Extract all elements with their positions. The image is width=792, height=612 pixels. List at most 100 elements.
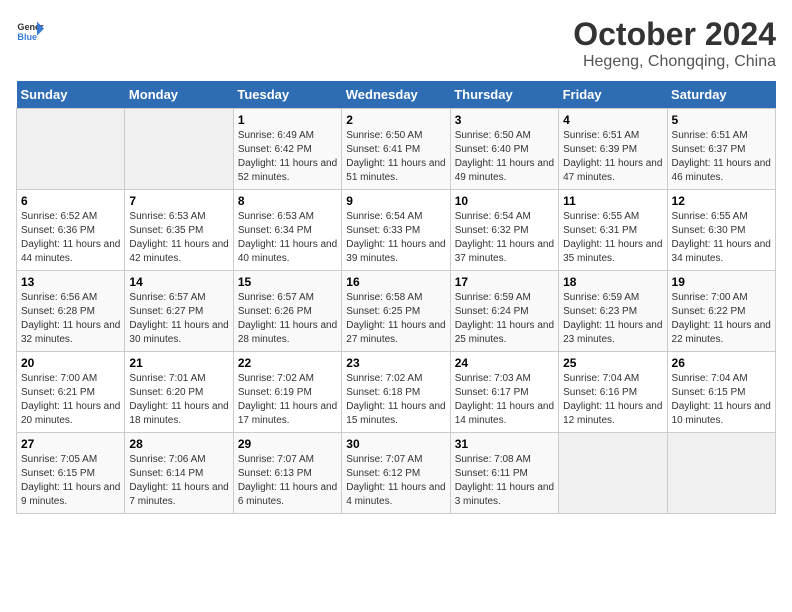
day-detail: Sunrise: 7:01 AM Sunset: 6:20 PM Dayligh… bbox=[129, 372, 228, 428]
day-number: 10 bbox=[455, 194, 554, 208]
calendar-body: 1Sunrise: 6:49 AM Sunset: 6:42 PM Daylig… bbox=[17, 109, 776, 514]
weekday-header-row: SundayMondayTuesdayWednesdayThursdayFrid… bbox=[17, 81, 776, 109]
week-row-3: 13Sunrise: 6:56 AM Sunset: 6:28 PM Dayli… bbox=[17, 271, 776, 352]
day-detail: Sunrise: 7:00 AM Sunset: 6:22 PM Dayligh… bbox=[672, 291, 771, 347]
day-number: 19 bbox=[672, 275, 771, 289]
weekday-header-wednesday: Wednesday bbox=[342, 81, 450, 109]
calendar-header: SundayMondayTuesdayWednesdayThursdayFrid… bbox=[17, 81, 776, 109]
day-detail: Sunrise: 6:53 AM Sunset: 6:34 PM Dayligh… bbox=[238, 210, 337, 266]
day-cell bbox=[125, 109, 233, 190]
day-cell: 24Sunrise: 7:03 AM Sunset: 6:17 PM Dayli… bbox=[450, 352, 558, 433]
day-cell bbox=[559, 433, 667, 514]
day-detail: Sunrise: 7:04 AM Sunset: 6:16 PM Dayligh… bbox=[563, 372, 662, 428]
weekday-header-tuesday: Tuesday bbox=[233, 81, 341, 109]
day-cell: 12 Sunrise: 6:55 AM Sunset: 6:30 PM Dayli… bbox=[667, 190, 775, 271]
day-number: 16 bbox=[346, 275, 445, 289]
day-detail: Sunrise: 6:49 AM Sunset: 6:42 PM Dayligh… bbox=[238, 129, 337, 185]
day-number: 27 bbox=[21, 437, 120, 451]
day-detail: Sunrise: 6:59 AM Sunset: 6:23 PM Dayligh… bbox=[563, 291, 662, 347]
day-number: 15 bbox=[238, 275, 337, 289]
calendar-table: SundayMondayTuesdayWednesdayThursdayFrid… bbox=[16, 81, 776, 514]
sub-title: Hegeng, Chongqing, China bbox=[573, 53, 776, 71]
day-number: 5 bbox=[672, 113, 771, 127]
day-detail: Sunrise: 7:05 AM Sunset: 6:15 PM Dayligh… bbox=[21, 453, 120, 509]
main-title: October 2024 bbox=[573, 16, 776, 53]
day-number: 20 bbox=[21, 356, 120, 370]
day-cell: 18Sunrise: 6:59 AM Sunset: 6:23 PM Dayli… bbox=[559, 271, 667, 352]
day-cell: 7 Sunrise: 6:53 AM Sunset: 6:35 PM Daylig… bbox=[125, 190, 233, 271]
week-row-4: 20 Sunrise: 7:00 AM Sunset: 6:21 PM Dayli… bbox=[17, 352, 776, 433]
day-cell: 14 Sunrise: 6:57 AM Sunset: 6:27 PM Dayli… bbox=[125, 271, 233, 352]
day-number: 11 bbox=[563, 194, 662, 208]
day-cell: 28 Sunrise: 7:06 AM Sunset: 6:14 PM Dayli… bbox=[125, 433, 233, 514]
day-number: 23 bbox=[346, 356, 445, 370]
day-detail: Sunrise: 6:54 AM Sunset: 6:33 PM Dayligh… bbox=[346, 210, 445, 266]
day-cell: 15Sunrise: 6:57 AM Sunset: 6:26 PM Dayli… bbox=[233, 271, 341, 352]
day-detail: Sunrise: 7:06 AM Sunset: 6:14 PM Dayligh… bbox=[129, 453, 228, 509]
day-cell: 1Sunrise: 6:49 AM Sunset: 6:42 PM Daylig… bbox=[233, 109, 341, 190]
day-number: 2 bbox=[346, 113, 445, 127]
day-number: 31 bbox=[455, 437, 554, 451]
day-number: 6 bbox=[21, 194, 120, 208]
day-cell: 3Sunrise: 6:50 AM Sunset: 6:40 PM Daylig… bbox=[450, 109, 558, 190]
day-detail: Sunrise: 6:54 AM Sunset: 6:32 PM Dayligh… bbox=[455, 210, 554, 266]
day-number: 26 bbox=[672, 356, 771, 370]
day-cell: 9 Sunrise: 6:54 AM Sunset: 6:33 PM Daylig… bbox=[342, 190, 450, 271]
day-number: 21 bbox=[129, 356, 228, 370]
day-detail: Sunrise: 6:57 AM Sunset: 6:27 PM Dayligh… bbox=[129, 291, 228, 347]
day-cell: 25 Sunrise: 7:04 AM Sunset: 6:16 PM Dayli… bbox=[559, 352, 667, 433]
day-cell: 2 Sunrise: 6:50 AM Sunset: 6:41 PM Daylig… bbox=[342, 109, 450, 190]
weekday-header-sunday: Sunday bbox=[17, 81, 125, 109]
title-area: October 2024 Hegeng, Chongqing, China bbox=[573, 16, 776, 71]
day-cell: 23 Sunrise: 7:02 AM Sunset: 6:18 PM Dayli… bbox=[342, 352, 450, 433]
day-number: 25 bbox=[563, 356, 662, 370]
day-detail: Sunrise: 7:02 AM Sunset: 6:18 PM Dayligh… bbox=[346, 372, 445, 428]
week-row-2: 6 Sunrise: 6:52 AM Sunset: 6:36 PM Daylig… bbox=[17, 190, 776, 271]
day-number: 17 bbox=[455, 275, 554, 289]
header: General Blue October 2024 Hegeng, Chongq… bbox=[16, 16, 776, 71]
day-cell bbox=[17, 109, 125, 190]
day-detail: Sunrise: 6:51 AM Sunset: 6:39 PM Dayligh… bbox=[563, 129, 662, 185]
day-cell: 17 Sunrise: 6:59 AM Sunset: 6:24 PM Dayli… bbox=[450, 271, 558, 352]
weekday-header-thursday: Thursday bbox=[450, 81, 558, 109]
day-cell: 8Sunrise: 6:53 AM Sunset: 6:34 PM Daylig… bbox=[233, 190, 341, 271]
day-detail: Sunrise: 6:52 AM Sunset: 6:36 PM Dayligh… bbox=[21, 210, 120, 266]
day-detail: Sunrise: 6:59 AM Sunset: 6:24 PM Dayligh… bbox=[455, 291, 554, 347]
day-detail: Sunrise: 7:07 AM Sunset: 6:12 PM Dayligh… bbox=[346, 453, 445, 509]
day-detail: Sunrise: 7:04 AM Sunset: 6:15 PM Dayligh… bbox=[672, 372, 771, 428]
weekday-header-monday: Monday bbox=[125, 81, 233, 109]
day-detail: Sunrise: 7:03 AM Sunset: 6:17 PM Dayligh… bbox=[455, 372, 554, 428]
logo-icon: General Blue bbox=[16, 16, 44, 44]
day-cell: 5Sunrise: 6:51 AM Sunset: 6:37 PM Daylig… bbox=[667, 109, 775, 190]
day-number: 30 bbox=[346, 437, 445, 451]
day-number: 14 bbox=[129, 275, 228, 289]
day-detail: Sunrise: 6:50 AM Sunset: 6:41 PM Dayligh… bbox=[346, 129, 445, 185]
weekday-header-saturday: Saturday bbox=[667, 81, 775, 109]
day-detail: Sunrise: 6:53 AM Sunset: 6:35 PM Dayligh… bbox=[129, 210, 228, 266]
weekday-header-friday: Friday bbox=[559, 81, 667, 109]
day-number: 9 bbox=[346, 194, 445, 208]
day-cell: 20 Sunrise: 7:00 AM Sunset: 6:21 PM Dayli… bbox=[17, 352, 125, 433]
day-cell: 16 Sunrise: 6:58 AM Sunset: 6:25 PM Dayli… bbox=[342, 271, 450, 352]
day-detail: Sunrise: 7:02 AM Sunset: 6:19 PM Dayligh… bbox=[238, 372, 337, 428]
day-number: 3 bbox=[455, 113, 554, 127]
day-detail: Sunrise: 6:56 AM Sunset: 6:28 PM Dayligh… bbox=[21, 291, 120, 347]
day-cell: 11Sunrise: 6:55 AM Sunset: 6:31 PM Dayli… bbox=[559, 190, 667, 271]
day-cell: 30 Sunrise: 7:07 AM Sunset: 6:12 PM Dayli… bbox=[342, 433, 450, 514]
day-detail: Sunrise: 7:00 AM Sunset: 6:21 PM Dayligh… bbox=[21, 372, 120, 428]
day-detail: Sunrise: 7:08 AM Sunset: 6:11 PM Dayligh… bbox=[455, 453, 554, 509]
day-cell: 22Sunrise: 7:02 AM Sunset: 6:19 PM Dayli… bbox=[233, 352, 341, 433]
day-cell: 19 Sunrise: 7:00 AM Sunset: 6:22 PM Dayli… bbox=[667, 271, 775, 352]
day-number: 7 bbox=[129, 194, 228, 208]
day-cell: 21 Sunrise: 7:01 AM Sunset: 6:20 PM Dayli… bbox=[125, 352, 233, 433]
day-cell: 31 Sunrise: 7:08 AM Sunset: 6:11 PM Dayli… bbox=[450, 433, 558, 514]
day-detail: Sunrise: 6:58 AM Sunset: 6:25 PM Dayligh… bbox=[346, 291, 445, 347]
day-number: 28 bbox=[129, 437, 228, 451]
day-detail: Sunrise: 6:55 AM Sunset: 6:30 PM Dayligh… bbox=[672, 210, 771, 266]
day-cell: 4Sunrise: 6:51 AM Sunset: 6:39 PM Daylig… bbox=[559, 109, 667, 190]
svg-text:Blue: Blue bbox=[17, 32, 37, 42]
day-detail: Sunrise: 7:07 AM Sunset: 6:13 PM Dayligh… bbox=[238, 453, 337, 509]
day-number: 12 bbox=[672, 194, 771, 208]
day-number: 29 bbox=[238, 437, 337, 451]
day-cell: 26 Sunrise: 7:04 AM Sunset: 6:15 PM Dayli… bbox=[667, 352, 775, 433]
